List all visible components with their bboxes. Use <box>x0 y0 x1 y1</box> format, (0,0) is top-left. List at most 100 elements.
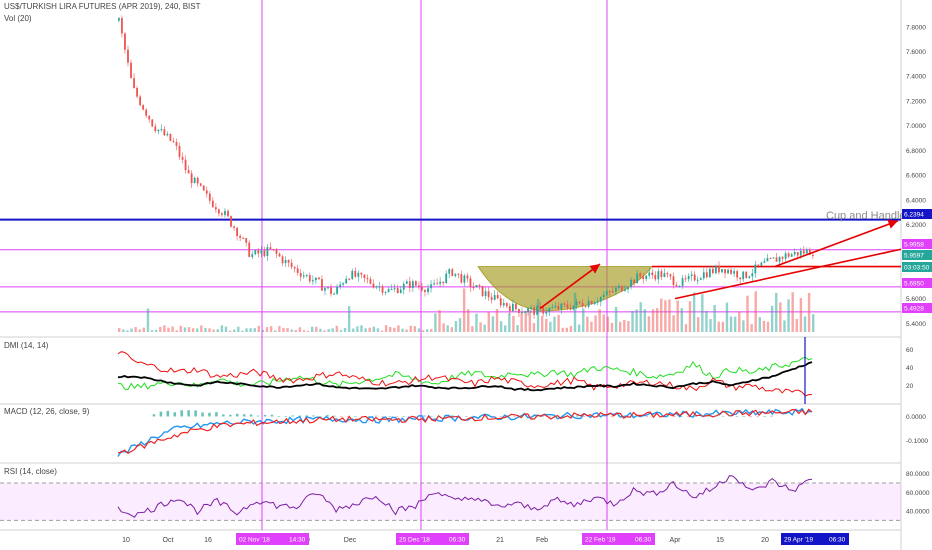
volume-bar <box>467 309 470 332</box>
candle-body <box>551 307 554 309</box>
volume-bar <box>660 298 663 332</box>
candle-body <box>621 285 623 291</box>
candle-body <box>278 253 281 257</box>
dmi-label[interactable]: DMI (14, 14) <box>4 341 48 350</box>
candle-body <box>199 183 202 186</box>
candle-body <box>396 288 399 293</box>
volume-bar <box>750 324 753 332</box>
volume-bar <box>602 314 605 332</box>
candle-body <box>330 287 332 294</box>
candle-body <box>302 275 305 277</box>
candle-body <box>281 256 284 264</box>
volume-bar <box>126 330 129 332</box>
macd-histogram-bar <box>562 416 565 417</box>
candle-body <box>118 18 120 21</box>
volume-bar <box>331 328 334 332</box>
volume-bar <box>339 330 343 332</box>
volume-bar <box>380 330 384 332</box>
price-tag-label: 03:03:50 <box>904 265 930 272</box>
candle-body <box>566 304 569 308</box>
volume-label[interactable]: Vol (20) <box>4 14 32 23</box>
volume-bar <box>709 319 712 332</box>
candle-body <box>611 291 614 293</box>
candle-body <box>696 279 699 281</box>
candle-body <box>508 306 511 312</box>
macd-histogram-bar <box>235 413 239 417</box>
candle-body <box>369 279 372 284</box>
dmi-tick-label: 20 <box>906 383 914 390</box>
candle-body <box>724 269 726 274</box>
pattern-label: Cup and Handle <box>826 210 906 222</box>
volume-bar <box>639 302 642 332</box>
candle-body <box>299 272 302 277</box>
macd-histogram-bar <box>569 416 572 418</box>
volume-bar <box>360 325 363 332</box>
volume-bar <box>278 326 281 332</box>
price-tick-label: 7.4000 <box>906 74 926 81</box>
volume-bar <box>372 326 376 332</box>
volume-bar <box>729 316 733 332</box>
candle-body <box>133 78 135 89</box>
price-tag-label: 6.2394 <box>904 212 924 219</box>
volume-bar <box>405 329 408 332</box>
candle-body <box>324 288 326 291</box>
volume-bar <box>672 315 675 332</box>
candle-body <box>433 283 435 285</box>
candle-body <box>245 238 248 243</box>
candle-body <box>339 284 342 287</box>
candle-body <box>687 275 690 280</box>
macd-histogram-bar <box>631 415 635 417</box>
volume-bar <box>220 325 224 332</box>
candle-body <box>151 119 154 127</box>
candle-body <box>651 272 654 276</box>
volume-bar <box>610 322 614 332</box>
highlight-date-text: 29 Apr '19 <box>784 537 813 544</box>
dmi-pane: 60 40 20 <box>117 347 914 397</box>
candle-body <box>530 307 532 309</box>
highlight-date-text: 22 Feb '19 <box>585 537 616 544</box>
candle-body <box>457 273 460 275</box>
macd-histogram-bar <box>596 416 600 418</box>
candle-body <box>160 129 163 131</box>
time-tick-label: Dec <box>344 537 357 544</box>
chart-title[interactable]: US$/TURKISH LIRA FUTURES (APR 2019), 240… <box>4 2 201 11</box>
candle-body <box>684 278 687 280</box>
candle-body <box>242 237 245 239</box>
volume-bar <box>795 318 798 332</box>
candle-body <box>796 252 799 256</box>
macd-histogram-bar <box>749 416 753 418</box>
macd-histogram-bar <box>402 416 406 417</box>
highlight-time-text: 06:30 <box>829 537 846 544</box>
volume-bar <box>454 321 458 332</box>
volume-bar <box>487 312 490 332</box>
volume-bar <box>216 329 219 332</box>
macd-histogram-bar <box>249 414 253 417</box>
candle-body <box>378 286 381 288</box>
candle-body <box>802 250 805 254</box>
candle-body <box>775 257 778 262</box>
volume-bar <box>475 313 478 332</box>
dmi-tick-label: 60 <box>906 347 914 354</box>
candle-body <box>287 260 290 263</box>
candle-body <box>345 278 348 284</box>
macd-histogram-bar <box>166 410 170 417</box>
macd-histogram-bar <box>395 416 399 418</box>
macd-histogram-bar <box>659 416 662 418</box>
candle-body <box>442 281 445 284</box>
candle-body <box>615 288 617 292</box>
macd-histogram-bar <box>541 416 544 417</box>
macd-histogram-bar <box>367 416 371 417</box>
rsi-label[interactable]: RSI (14, close) <box>4 467 57 476</box>
candle-body <box>472 287 475 289</box>
macd-histogram-bar <box>388 416 392 417</box>
volume-bar <box>130 328 133 332</box>
macd-tick-label: -0.1000 <box>906 438 928 445</box>
macd-histogram-bar <box>187 410 190 417</box>
volume-bar <box>241 330 244 332</box>
candle-body <box>666 273 669 275</box>
candle-body <box>142 105 145 110</box>
volume-bar <box>512 315 515 332</box>
time-tick-label: Feb <box>536 537 548 544</box>
macd-histogram-bar <box>409 416 412 418</box>
macd-label[interactable]: MACD (12, 26, close, 9) <box>4 407 89 416</box>
